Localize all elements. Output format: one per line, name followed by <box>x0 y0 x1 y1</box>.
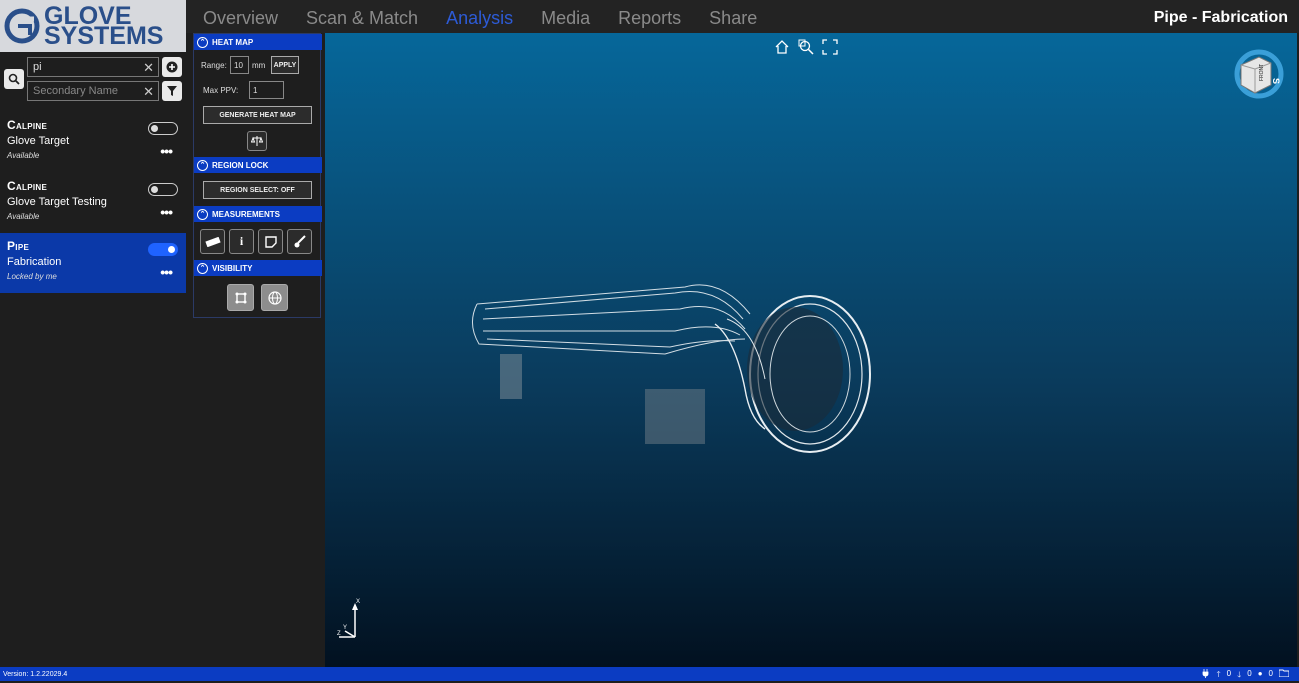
secondary-name-input[interactable]: Secondary Name ✕ <box>27 81 159 101</box>
ruler-icon[interactable] <box>200 229 225 254</box>
max-ppv-label: Max PPV: <box>203 86 239 95</box>
axis-y-label: Y <box>343 625 347 631</box>
pipe-point-cloud <box>472 284 871 453</box>
clear-search-icon[interactable]: ✕ <box>143 60 154 76</box>
secondary-placeholder: Secondary Name <box>33 85 118 97</box>
list-item[interactable]: Calpine Glove Target Available ••• <box>0 112 186 172</box>
main-nav: Overview Scan & Match Analysis Media Rep… <box>203 8 785 29</box>
generate-heat-map-button[interactable]: GENERATE HEAT MAP <box>203 106 312 124</box>
range-input[interactable]: 10 <box>230 56 249 74</box>
home-icon[interactable] <box>773 39 791 55</box>
tab-scan-match[interactable]: Scan & Match <box>306 8 418 29</box>
range-unit: mm <box>252 61 266 70</box>
more-options-icon[interactable]: ••• <box>160 204 173 220</box>
collapse-icon: ⌃ <box>197 36 208 48</box>
visibility-title: VISIBILITY <box>212 263 253 273</box>
clear-secondary-icon[interactable]: ✕ <box>143 84 154 100</box>
viewport-toolbar <box>773 39 839 55</box>
glove-systems-logo: GLOVE SYSTEMS <box>0 0 186 52</box>
more-options-icon[interactable]: ••• <box>160 264 173 280</box>
heat-map-title: HEAT MAP <box>212 37 254 47</box>
search-icon[interactable] <box>4 69 24 89</box>
logo-mark-icon <box>4 8 40 44</box>
3d-viewport[interactable]: FRONT S X Z Y <box>325 33 1297 667</box>
tab-analysis[interactable]: Analysis <box>446 8 513 29</box>
status-bar: Version: 1.2.22029.4 🡑 0 🡓 0 ● 0 <box>0 667 1299 681</box>
brush-icon[interactable] <box>287 229 312 254</box>
tab-media[interactable]: Media <box>541 8 590 29</box>
list-item[interactable]: Calpine Glove Target Testing Available •… <box>0 173 186 233</box>
list-item[interactable]: Pipe Fabrication Locked by me ••• <box>0 233 186 293</box>
tab-share[interactable]: Share <box>709 8 757 29</box>
heat-map-header[interactable]: ⌃ HEAT MAP <box>194 34 322 50</box>
search-value: pi <box>33 61 42 73</box>
zoom-fit-icon[interactable] <box>797 39 815 55</box>
item-toggle[interactable] <box>148 243 178 256</box>
max-ppv-input[interactable]: 1 <box>249 81 284 99</box>
logo-line2: SYSTEMS <box>44 22 164 50</box>
more-options-icon[interactable]: ••• <box>160 143 173 159</box>
collapse-icon: ⌃ <box>197 159 208 171</box>
top-bar: Overview Scan & Match Analysis Media Rep… <box>0 0 1299 33</box>
sidebar: pi ✕ Secondary Name ✕ Calpine Glove Targ… <box>0 52 186 667</box>
globe-icon[interactable] <box>261 284 288 311</box>
info-icon[interactable]: i <box>229 229 254 254</box>
fullscreen-icon[interactable] <box>821 39 839 55</box>
tab-overview[interactable]: Overview <box>203 8 278 29</box>
compare-icon[interactable] <box>247 131 267 151</box>
region-select-button[interactable]: REGION SELECT: OFF <box>203 181 312 199</box>
view-cube-icon[interactable]: FRONT S <box>1231 41 1287 107</box>
item-sub: Glove Target Testing <box>7 196 107 208</box>
cube-front-label: FRONT <box>1259 64 1265 81</box>
item-sub: Fabrication <box>7 256 62 268</box>
visibility-header[interactable]: ⌃ VISIBILITY <box>194 260 322 276</box>
axis-z-label: Z <box>337 631 341 637</box>
search-input[interactable]: pi ✕ <box>27 57 159 77</box>
item-status: Available <box>7 212 40 221</box>
region-lock-header[interactable]: ⌃ REGION LOCK <box>194 157 322 173</box>
measurements-title: MEASUREMENTS <box>212 209 281 219</box>
item-sub: Glove Target <box>7 135 70 147</box>
tab-reports[interactable]: Reports <box>618 8 681 29</box>
version-text: Version: 1.2.22029.4 <box>3 670 68 678</box>
mesh-visibility-icon[interactable] <box>227 284 254 311</box>
page-title: Pipe - Fabrication <box>1153 9 1288 26</box>
axis-triad-icon: X Z Y <box>337 599 360 638</box>
range-label: Range: <box>201 61 227 70</box>
region-lock-title: REGION LOCK <box>212 160 269 170</box>
axis-x-label: X <box>356 599 360 605</box>
collapse-icon: ⌃ <box>197 262 208 274</box>
note-icon[interactable] <box>258 229 283 254</box>
measurements-header[interactable]: ⌃ MEASUREMENTS <box>194 206 322 222</box>
analysis-panel: ⌃ HEAT MAP Range: 10 mm APPLY Max PPV: 1… <box>193 33 322 318</box>
item-status: Available <box>7 151 40 160</box>
item-toggle[interactable] <box>148 183 178 196</box>
collapse-icon: ⌃ <box>197 208 208 220</box>
cube-s-label: S <box>1271 78 1281 84</box>
apply-button[interactable]: APPLY <box>271 56 299 74</box>
item-toggle[interactable] <box>148 122 178 135</box>
filter-icon[interactable] <box>162 81 182 101</box>
add-icon[interactable] <box>162 57 182 77</box>
item-status: Locked by me <box>7 272 57 281</box>
